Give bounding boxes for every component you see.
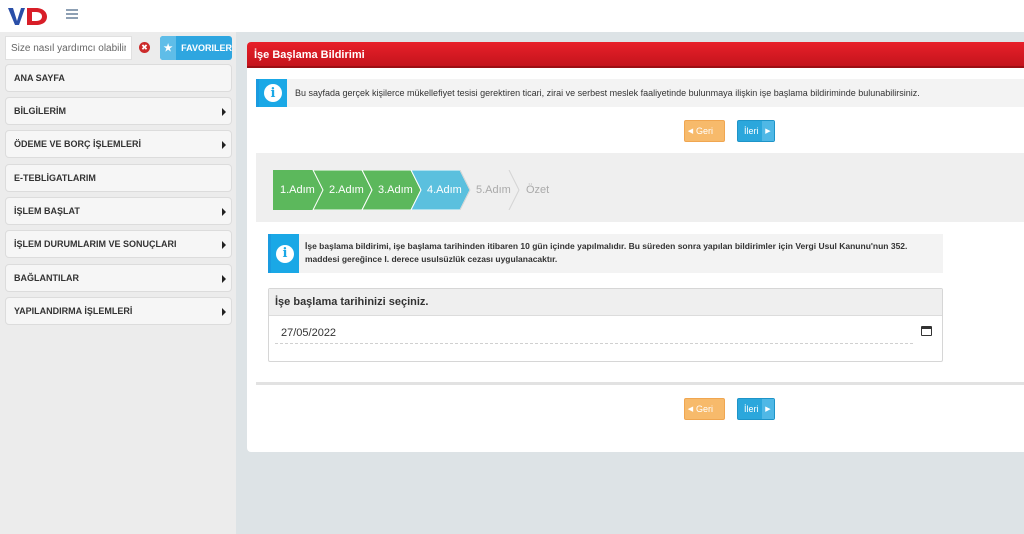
sidebar-item-ana-sayfa[interactable]: ANA SAYFA xyxy=(5,64,232,92)
sidebar-item-yapilandirma[interactable]: YAPILANDIRMA İŞLEMLERİ xyxy=(5,297,232,325)
chevron-right-icon: ▶ xyxy=(762,121,774,141)
caret-right-icon xyxy=(222,208,226,216)
wizard-step-5: 5.Adım xyxy=(476,184,511,196)
caret-right-icon xyxy=(222,308,226,316)
wizard-step-2[interactable]: 2.Adım xyxy=(322,170,368,210)
date-section-heading: İşe başlama tarihinizi seçiniz. xyxy=(269,289,942,316)
sidebar-item-label: ANA SAYFA xyxy=(14,73,65,83)
sidebar-item-baglantilar[interactable]: BAĞLANTILAR xyxy=(5,264,232,292)
wizard-step-4[interactable]: 4.Adım xyxy=(420,170,466,210)
info-text-top: Bu sayfada gerçek kişilerce mükellefiyet… xyxy=(295,88,920,98)
search-row: ✖ ★ FAVORILER xyxy=(5,36,232,60)
sidebar-item-label: ÖDEME VE BORÇ İŞLEMLERİ xyxy=(14,139,142,149)
wizard-step-3[interactable]: 3.Adım xyxy=(371,170,417,210)
sidebar-item-islem-durumlari[interactable]: İŞLEM DURUMLARIM VE SONUÇLARI xyxy=(5,230,232,258)
list-menu-icon[interactable] xyxy=(66,9,78,19)
wizard-area: 1.Adım 2.Adım 3.Adım 4.Adım 5.Adım Özet xyxy=(256,153,1024,222)
calendar-icon[interactable] xyxy=(921,326,932,336)
next-button-label: İleri xyxy=(744,404,759,414)
wizard-step-1[interactable]: 1.Adım xyxy=(273,170,319,210)
back-button-label: Geri xyxy=(696,126,714,136)
caret-right-icon xyxy=(222,108,226,116)
main-panel: İşe Başlama Bildirimi i Bu sayfada gerçe… xyxy=(247,42,1024,452)
sidebar-item-bilgilerim[interactable]: BİLGİLERİM xyxy=(5,97,232,125)
favorites-label: FAVORILER xyxy=(181,43,232,53)
wizard-step-summary: Özet xyxy=(526,184,550,196)
back-button-top[interactable]: ◀ Geri xyxy=(684,120,725,142)
chevron-left-icon: ◀ xyxy=(687,128,694,135)
info-banner-top: i Bu sayfada gerçek kişilerce mükellefiy… xyxy=(256,79,1024,107)
sidebar-item-label: YAPILANDIRMA İŞLEMLERİ xyxy=(14,306,133,316)
top-bar xyxy=(0,0,1024,32)
panel-header: İşe Başlama Bildirimi xyxy=(247,42,1024,68)
caret-right-icon xyxy=(222,141,226,149)
info-icon-area: i xyxy=(259,79,287,107)
next-button-bottom[interactable]: İleri ▶ xyxy=(737,398,775,420)
sidebar-item-islem-baslat[interactable]: İŞLEM BAŞLAT xyxy=(5,197,232,225)
sidebar-item-odeme-borc[interactable]: ÖDEME VE BORÇ İŞLEMLERİ xyxy=(5,130,232,158)
favorites-button[interactable]: ★ FAVORILER xyxy=(160,36,232,60)
chevron-left-icon: ◀ xyxy=(687,406,694,413)
info-icon: i xyxy=(264,84,282,102)
sidebar: ✖ ★ FAVORILER ANA SAYFA BİLGİLERİM ÖDEME… xyxy=(0,32,236,534)
star-icon: ★ xyxy=(160,36,177,60)
back-button-label: Geri xyxy=(696,404,714,414)
info-icon: i xyxy=(276,244,294,263)
back-button-bottom[interactable]: ◀ Geri xyxy=(684,398,725,420)
clear-search-icon[interactable]: ✖ xyxy=(139,42,150,53)
start-date-input[interactable] xyxy=(275,322,913,344)
caret-right-icon xyxy=(222,275,226,283)
info-text-step: İşe başlama bildirimi, işe başlama tarih… xyxy=(305,241,908,264)
sidebar-item-label: İŞLEM BAŞLAT xyxy=(14,206,80,216)
info-banner-step: i İşe başlama bildirimi, işe başlama tar… xyxy=(268,234,943,273)
next-button-label: İleri xyxy=(744,126,759,136)
next-button-top[interactable]: İleri ▶ xyxy=(737,120,775,142)
chevron-right-icon: ▶ xyxy=(762,399,774,419)
search-input[interactable] xyxy=(5,36,132,60)
date-section: İşe başlama tarihinizi seçiniz. xyxy=(268,288,943,362)
divider xyxy=(256,382,1024,385)
sidebar-item-label: BİLGİLERİM xyxy=(14,106,66,116)
caret-right-icon xyxy=(222,241,226,249)
sidebar-item-label: E-TEBLİGATLARIM xyxy=(14,173,96,183)
sidebar-item-e-tebligat[interactable]: E-TEBLİGATLARIM xyxy=(5,164,232,192)
vd-logo-icon[interactable] xyxy=(7,5,49,27)
info-icon-area: i xyxy=(271,234,299,273)
sidebar-item-label: İŞLEM DURUMLARIM VE SONUÇLARI xyxy=(14,239,177,249)
sidebar-item-label: BAĞLANTILAR xyxy=(14,273,79,283)
page-title: İşe Başlama Bildirimi xyxy=(254,49,365,61)
